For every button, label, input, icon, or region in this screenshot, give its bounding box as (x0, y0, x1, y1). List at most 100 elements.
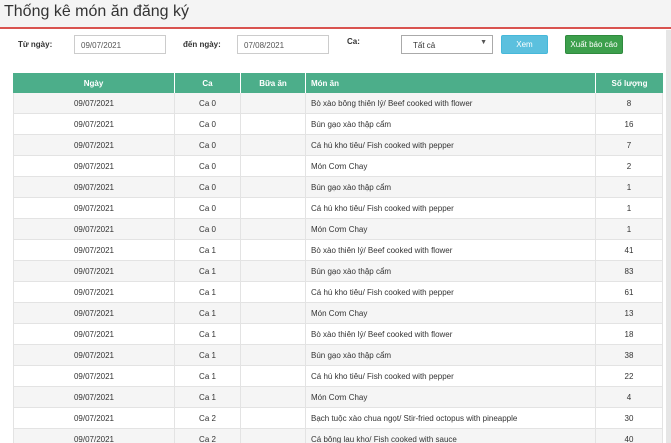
col-quantity-cell: 13 (596, 303, 663, 323)
col-shift-cell: Ca 1 (175, 240, 241, 260)
col-dish-cell: Món Cơm Chay (306, 387, 596, 407)
statistics-panel: Thống kê món ăn đăng ký Từ ngày: 09/07/2… (0, 0, 671, 443)
col-dish-cell: Cá hú kho tiêu/ Fish cooked with pepper (306, 282, 596, 302)
table-row: 09/07/2021 Ca 0 Món Cơm Chay 2 (13, 156, 663, 177)
table-row: 09/07/2021 Ca 0 Bún gạo xào thập cẩm 16 (13, 114, 663, 135)
col-dish-cell: Bún gạo xào thập cẩm (306, 114, 596, 134)
col-meal-header: Bữa ăn (241, 73, 306, 93)
table-row: 09/07/2021 Ca 1 Cá hú kho tiêu/ Fish cooke… (13, 366, 663, 387)
col-dish-cell: Món Cơm Chay (306, 303, 596, 323)
export-report-button[interactable]: Xuất báo cáo (565, 35, 623, 54)
title-bar: Thống kê món ăn đăng ký (0, 0, 671, 29)
col-date-cell: 09/07/2021 (13, 135, 175, 155)
col-date-cell: 09/07/2021 (13, 177, 175, 197)
col-quantity-cell: 1 (596, 177, 663, 197)
col-dish-cell: Cá hú kho tiêu/ Fish cooked with pepper (306, 135, 596, 155)
col-dish-cell: Bún gạo xào thập cẩm (306, 261, 596, 281)
col-meal-cell (241, 408, 306, 428)
col-meal-cell (241, 282, 306, 302)
table-row: 09/07/2021 Ca 0 Cá hú kho tiêu/ Fish cooke… (13, 135, 663, 156)
col-dish-cell: Bún gạo xào thập cẩm (306, 345, 596, 365)
col-date-cell: 09/07/2021 (13, 408, 175, 428)
col-shift-header: Ca (175, 73, 241, 93)
col-shift-cell: Ca 1 (175, 387, 241, 407)
col-meal-cell (241, 114, 306, 134)
to-date-label: đến ngày: (183, 40, 221, 49)
chevron-down-icon: ▼ (480, 39, 487, 46)
col-shift-cell: Ca 1 (175, 324, 241, 344)
col-shift-cell: Ca 0 (175, 198, 241, 218)
col-dish-cell: Cá hú kho tiêu/ Fish cooked with pepper (306, 366, 596, 386)
table-row: 09/07/2021 Ca 0 Bún gạo xào thập cẩm 1 (13, 177, 663, 198)
table-row: 09/07/2021 Ca 1 Món Cơm Chay 4 (13, 387, 663, 408)
col-shift-cell: Ca 0 (175, 93, 241, 113)
shift-select[interactable]: Tất cả ▼ (401, 35, 493, 54)
col-quantity-cell: 1 (596, 198, 663, 218)
col-shift-cell: Ca 1 (175, 261, 241, 281)
table-row: 09/07/2021 Ca 2 Cá bông lau kho/ Fish cook… (13, 429, 663, 443)
col-dish-cell: Bò xào thiên lý/ Beef cooked with flower (306, 324, 596, 344)
table-row: 09/07/2021 Ca 1 Bún gạo xào thập cẩm 38 (13, 345, 663, 366)
col-quantity-header: Số lượng (611, 78, 648, 88)
col-meal-cell (241, 387, 306, 407)
col-dish-cell: Bạch tuộc xào chua ngọt/ Stir-fried octo… (306, 408, 596, 428)
col-date-cell: 09/07/2021 (13, 93, 175, 113)
col-shift-cell: Ca 0 (175, 177, 241, 197)
from-date-input[interactable]: 09/07/2021 (74, 35, 166, 54)
col-shift-cell: Ca 1 (175, 282, 241, 302)
table-row: 09/07/2021 Ca 0 Cá hú kho tiêu/ Fish cooke… (13, 198, 663, 219)
table-body: 09/07/2021 Ca 0 Bò xào bông thiên lý/ Beef… (13, 93, 663, 443)
col-meal-cell (241, 177, 306, 197)
shift-label: Ca: (347, 37, 360, 46)
table-row: 09/07/2021 Ca 1 Bún gạo xào thập cẩm 83 (13, 261, 663, 282)
col-shift-cell: Ca 1 (175, 366, 241, 386)
col-date-cell: 09/07/2021 (13, 282, 175, 302)
col-meal-cell (241, 219, 306, 239)
col-meal-cell (241, 240, 306, 260)
col-meal-cell (241, 198, 306, 218)
col-quantity-cell: 40 (596, 429, 663, 443)
col-meal-cell (241, 303, 306, 323)
col-quantity-cell: 30 (596, 408, 663, 428)
col-shift-cell: Ca 2 (175, 429, 241, 443)
col-quantity-cell: 1 (596, 219, 663, 239)
col-dish-cell: Món Cơm Chay (306, 156, 596, 176)
col-date-cell: 09/07/2021 (13, 261, 175, 281)
col-meal-cell (241, 345, 306, 365)
col-date-cell: 09/07/2021 (13, 219, 175, 239)
col-quantity-cell: 16 (596, 114, 663, 134)
to-date-input[interactable]: 07/08/2021 (237, 35, 329, 54)
dish-stats-table: Ngày Ca Bữa ăn Món ăn Số lượng 09/07/2021 Ca … (13, 73, 663, 443)
col-quantity-cell: 22 (596, 366, 663, 386)
col-date-cell: 09/07/2021 (13, 156, 175, 176)
col-quantity-cell: 18 (596, 324, 663, 344)
col-dish-header: Món ăn (306, 73, 596, 93)
col-shift-cell: Ca 2 (175, 408, 241, 428)
col-date-cell: 09/07/2021 (13, 366, 175, 386)
col-dish-cell: Bún gạo xào thập cẩm (306, 177, 596, 197)
col-dish-cell: Cá hú kho tiêu/ Fish cooked with pepper (306, 198, 596, 218)
col-date-header: Ngày (13, 73, 175, 93)
col-date-cell: 09/07/2021 (13, 429, 175, 443)
view-button[interactable]: Xem (501, 35, 548, 54)
col-meal-cell (241, 156, 306, 176)
col-shift-cell: Ca 0 (175, 135, 241, 155)
col-quantity-cell: 38 (596, 345, 663, 365)
table-row: 09/07/2021 Ca 1 Món Cơm Chay 13 (13, 303, 663, 324)
col-date-cell: 09/07/2021 (13, 345, 175, 365)
table-row: 09/07/2021 Ca 0 Món Cơm Chay 1 (13, 219, 663, 240)
table-header: Ngày Ca Bữa ăn Món ăn Số lượng (13, 73, 663, 93)
col-dish-cell: Bò xào thiên lý/ Beef cooked with flower (306, 240, 596, 260)
table-row: 09/07/2021 Ca 1 Bò xào thiên lý/ Beef cook… (13, 324, 663, 345)
table-row: 09/07/2021 Ca 1 Cá hú kho tiêu/ Fish cooke… (13, 282, 663, 303)
col-dish-cell: Món Cơm Chay (306, 219, 596, 239)
col-meal-cell (241, 366, 306, 386)
col-date-cell: 09/07/2021 (13, 240, 175, 260)
scrollbar[interactable] (666, 30, 671, 443)
col-date-cell: 09/07/2021 (13, 303, 175, 323)
col-shift-cell: Ca 0 (175, 219, 241, 239)
col-shift-cell: Ca 0 (175, 114, 241, 134)
col-quantity-cell: 7 (596, 135, 663, 155)
col-quantity-cell: 4 (596, 387, 663, 407)
col-quantity-cell: 8 (596, 93, 663, 113)
